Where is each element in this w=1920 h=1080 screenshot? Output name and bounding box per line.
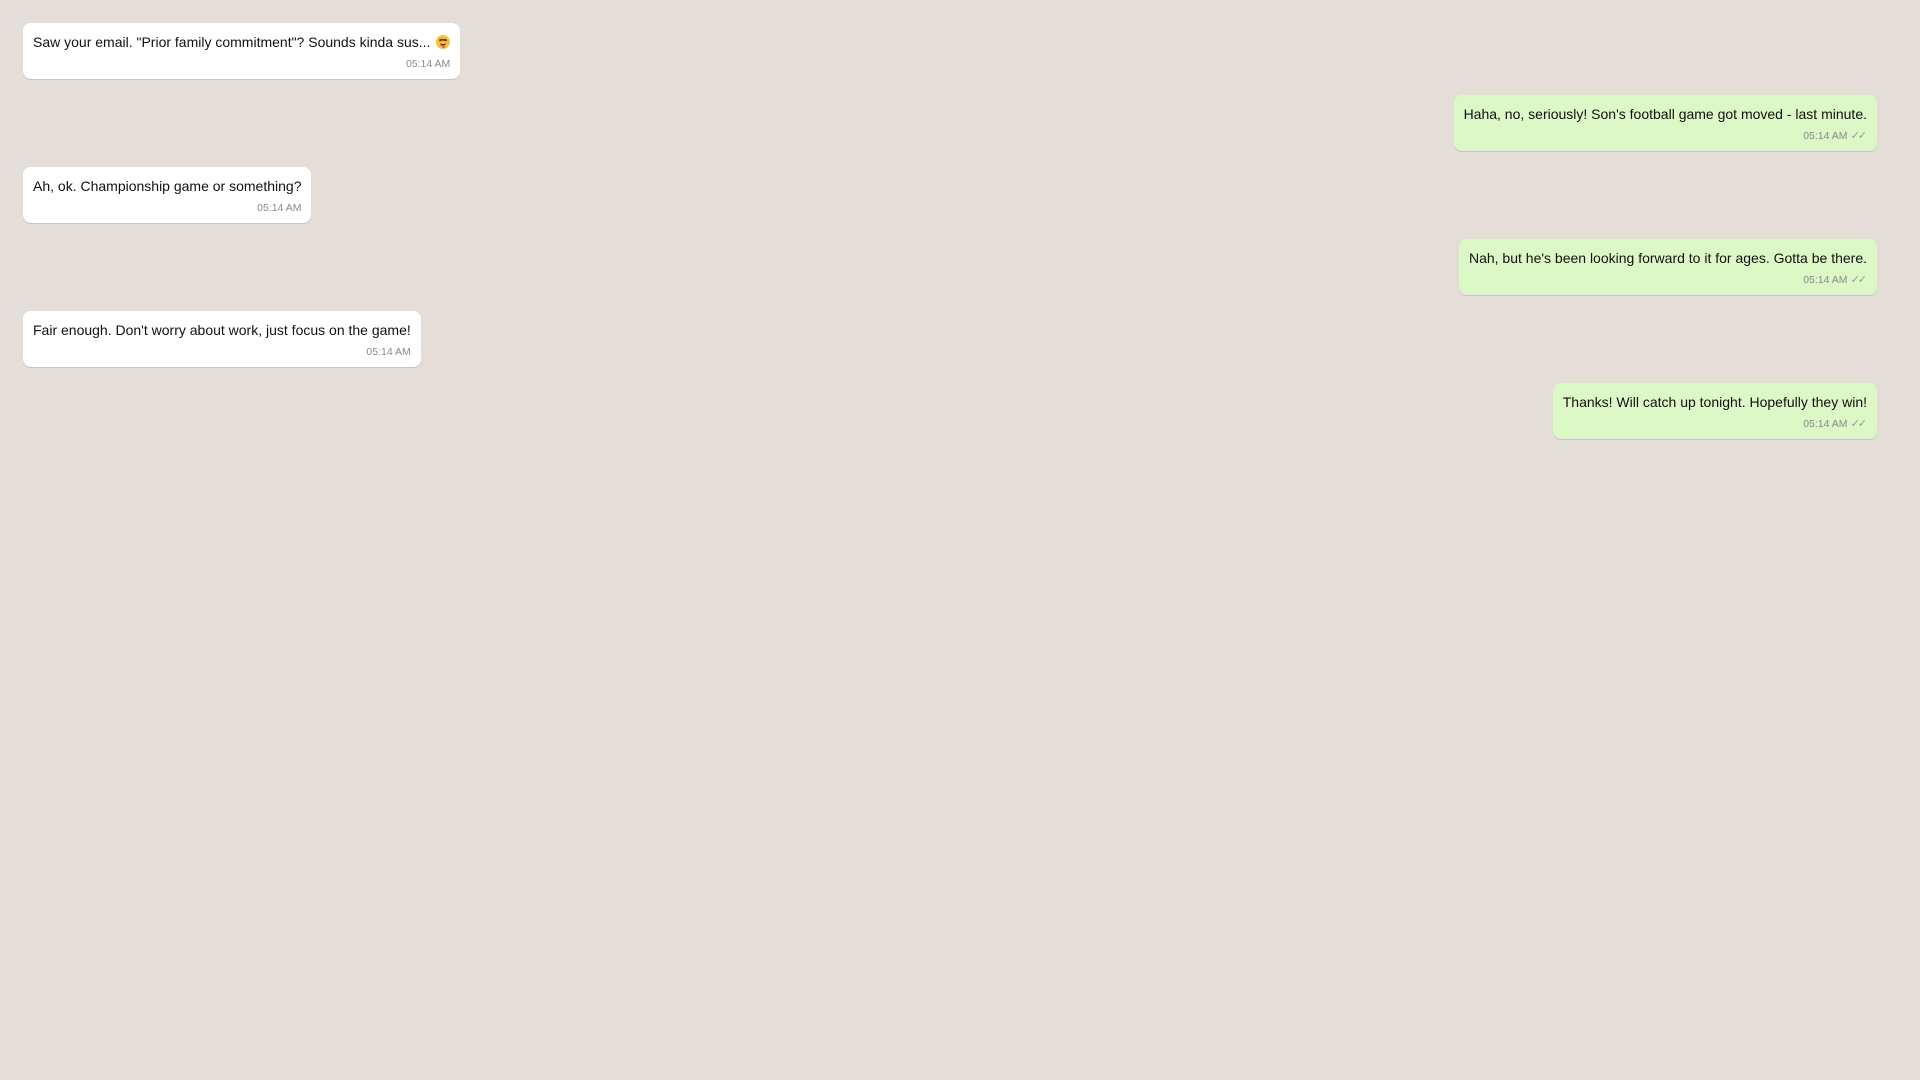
- message-timestamp: 05:14 AM: [257, 202, 302, 214]
- message-row: Haha, no, seriously! Son's football game…: [23, 95, 1877, 151]
- winking-face-with-tongue-icon: [436, 35, 451, 49]
- outgoing-message-bubble[interactable]: Haha, no, seriously! Son's football game…: [1453, 95, 1877, 151]
- message-meta: 05:14 AM: [33, 201, 301, 215]
- incoming-message-bubble[interactable]: Fair enough. Don't worry about work, jus…: [23, 311, 421, 367]
- message-meta: 05:14 AM ✓✓: [1563, 417, 1867, 431]
- message-text: Nah, but he's been looking forward to it…: [1468, 250, 1867, 266]
- incoming-message-bubble[interactable]: Ah, ok. Championship game or something? …: [23, 167, 312, 223]
- chat-thread: Saw your email. "Prior family commitment…: [0, 0, 1920, 1080]
- double-check-icon: ✓✓: [1850, 130, 1867, 142]
- message-text: Fair enough. Don't worry about work, jus…: [33, 322, 411, 338]
- message-timestamp: 05:14 AM: [1803, 274, 1848, 286]
- message-meta: 05:14 AM ✓✓: [1469, 273, 1867, 287]
- incoming-message-bubble[interactable]: Saw your email. "Prior family commitment…: [23, 23, 461, 79]
- message-text: Haha, no, seriously! Son's football game…: [1463, 106, 1867, 122]
- message-row: Fair enough. Don't worry about work, jus…: [23, 311, 1877, 367]
- message-row: Thanks! Will catch up tonight. Hopefully…: [23, 383, 1877, 439]
- message-timestamp: 05:14 AM: [1803, 130, 1848, 142]
- message-row: Ah, ok. Championship game or something? …: [23, 167, 1877, 223]
- outgoing-message-bubble[interactable]: Thanks! Will catch up tonight. Hopefully…: [1552, 383, 1877, 439]
- outgoing-message-bubble[interactable]: Nah, but he's been looking forward to it…: [1458, 239, 1877, 295]
- message-meta: 05:14 AM: [33, 345, 411, 359]
- message-meta: 05:14 AM: [33, 57, 450, 71]
- message-timestamp: 05:14 AM: [1803, 418, 1848, 430]
- double-check-icon: ✓✓: [1850, 418, 1867, 430]
- message-row: Saw your email. "Prior family commitment…: [23, 23, 1877, 79]
- message-text: Ah, ok. Championship game or something?: [33, 178, 302, 194]
- message-row: Nah, but he's been looking forward to it…: [23, 239, 1877, 295]
- message-timestamp: 05:14 AM: [366, 346, 411, 358]
- message-meta: 05:14 AM ✓✓: [1464, 129, 1867, 143]
- message-text-content: Saw your email. "Prior family commitment…: [33, 34, 431, 50]
- message-text: Thanks! Will catch up tonight. Hopefully…: [1562, 394, 1867, 410]
- message-text: Saw your email. "Prior family commitment…: [33, 33, 451, 51]
- double-check-icon: ✓✓: [1850, 274, 1867, 286]
- message-timestamp: 05:14 AM: [405, 58, 451, 70]
